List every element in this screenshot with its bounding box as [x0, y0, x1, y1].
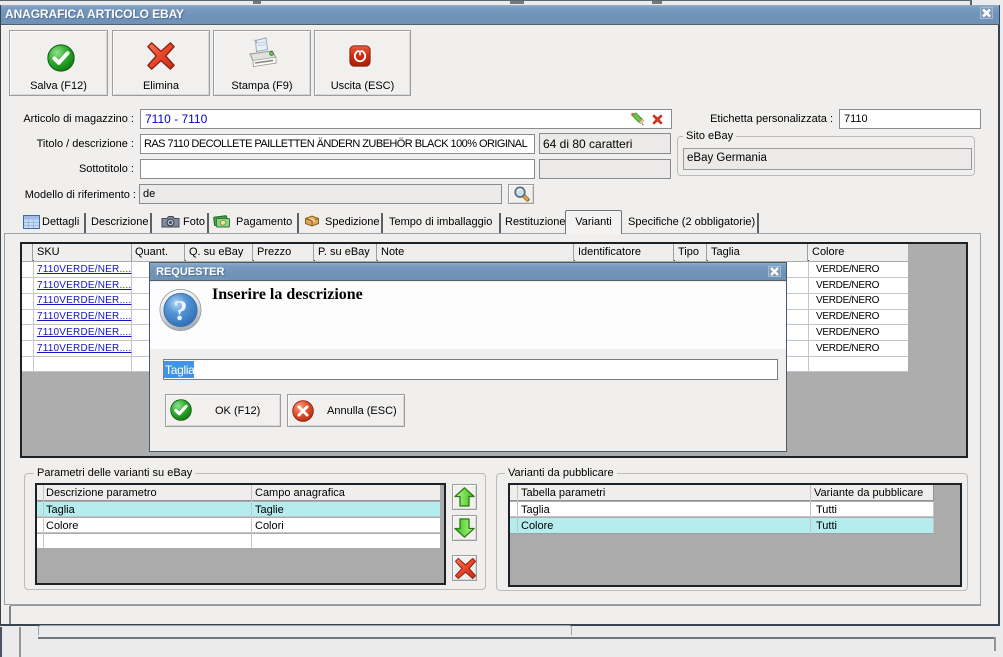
- svg-text:?: ?: [174, 296, 188, 327]
